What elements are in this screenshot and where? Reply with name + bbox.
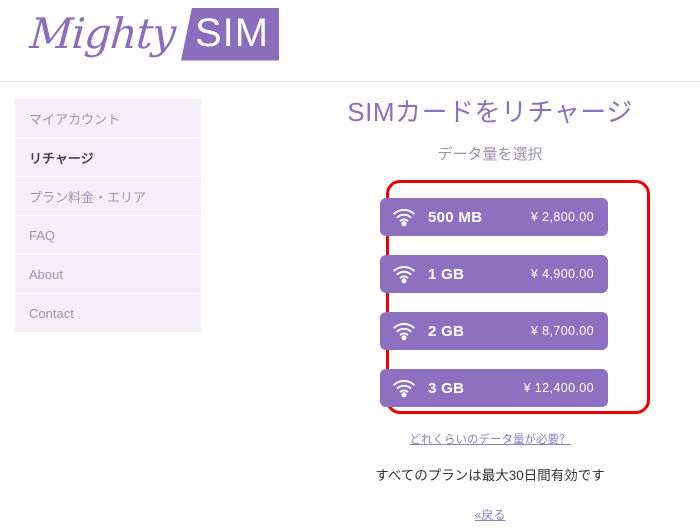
plan-list: 500 MB ¥ 2,800.00 1 GB ¥ 4,900.00 2 GB ¥… bbox=[372, 198, 608, 407]
sidebar-item-plans-area[interactable]: プラン料金・エリア bbox=[15, 177, 201, 215]
plan-option-2gb[interactable]: 2 GB ¥ 8,700.00 bbox=[380, 312, 608, 350]
wifi-icon bbox=[393, 266, 415, 284]
plan-price-label: ¥ 2,800.00 bbox=[530, 210, 594, 224]
brand-logo-badge: SIM bbox=[180, 7, 280, 61]
plan-option-1gb[interactable]: 1 GB ¥ 4,900.00 bbox=[380, 255, 608, 293]
sidebar-item-label: リチャージ bbox=[29, 150, 94, 166]
plan-size-label: 3 GB bbox=[428, 379, 465, 397]
sidebar-item-contact[interactable]: Contact bbox=[15, 294, 201, 332]
sidebar-item-about[interactable]: About bbox=[15, 255, 201, 293]
brand-logo-script: Mighty bbox=[28, 9, 177, 58]
sidebar-item-faq[interactable]: FAQ bbox=[15, 216, 201, 254]
sidebar-item-label: Contact bbox=[29, 305, 74, 321]
sidebar-item-label: FAQ bbox=[29, 227, 56, 243]
plan-price-label: ¥ 4,900.00 bbox=[530, 267, 594, 281]
how-much-data-link[interactable]: どれくらいのデータ量が必要？ bbox=[410, 431, 571, 447]
plan-size-label: 2 GB bbox=[428, 322, 465, 340]
wifi-icon bbox=[393, 380, 415, 398]
page-subtitle: データ量を選択 bbox=[437, 146, 543, 163]
sidebar-nav: マイアカウント リチャージ プラン料金・エリア FAQ About Contac… bbox=[15, 99, 201, 333]
plan-option-3gb[interactable]: 3 GB ¥ 12,400.00 bbox=[380, 369, 608, 407]
sidebar-item-label: About bbox=[29, 266, 63, 282]
page-title: SIMカードをリチャージ bbox=[347, 97, 633, 127]
wifi-icon bbox=[393, 209, 415, 227]
back-link-row: «戻る bbox=[290, 484, 690, 524]
wifi-icon bbox=[393, 323, 415, 341]
sidebar-item-label: マイアカウント bbox=[29, 111, 121, 127]
plan-price-label: ¥ 12,400.00 bbox=[523, 381, 594, 395]
help-link-row: どれくらいのデータ量が必要？ bbox=[290, 417, 690, 448]
plan-size-label: 500 MB bbox=[428, 208, 483, 226]
sidebar-item-label: プラン料金・エリア bbox=[29, 189, 147, 205]
site-header: Mighty SIM bbox=[0, 0, 700, 82]
validity-note: すべてのプランは最大30日間有効です bbox=[375, 468, 605, 483]
plan-option-500mb[interactable]: 500 MB ¥ 2,800.00 bbox=[380, 198, 608, 236]
back-link[interactable]: «戻る bbox=[475, 506, 506, 523]
plan-price-label: ¥ 8,700.00 bbox=[530, 324, 594, 338]
plan-selection-group: 500 MB ¥ 2,800.00 1 GB ¥ 4,900.00 2 GB ¥… bbox=[290, 180, 690, 417]
brand-logo[interactable]: Mighty SIM bbox=[28, 6, 280, 62]
sidebar-item-recharge[interactable]: リチャージ bbox=[15, 138, 201, 176]
sidebar-item-my-account[interactable]: マイアカウント bbox=[15, 99, 201, 137]
main-content: SIMカードをリチャージ データ量を選択 500 MB ¥ 2,800.00 1… bbox=[290, 95, 690, 524]
plan-size-label: 1 GB bbox=[428, 265, 465, 283]
